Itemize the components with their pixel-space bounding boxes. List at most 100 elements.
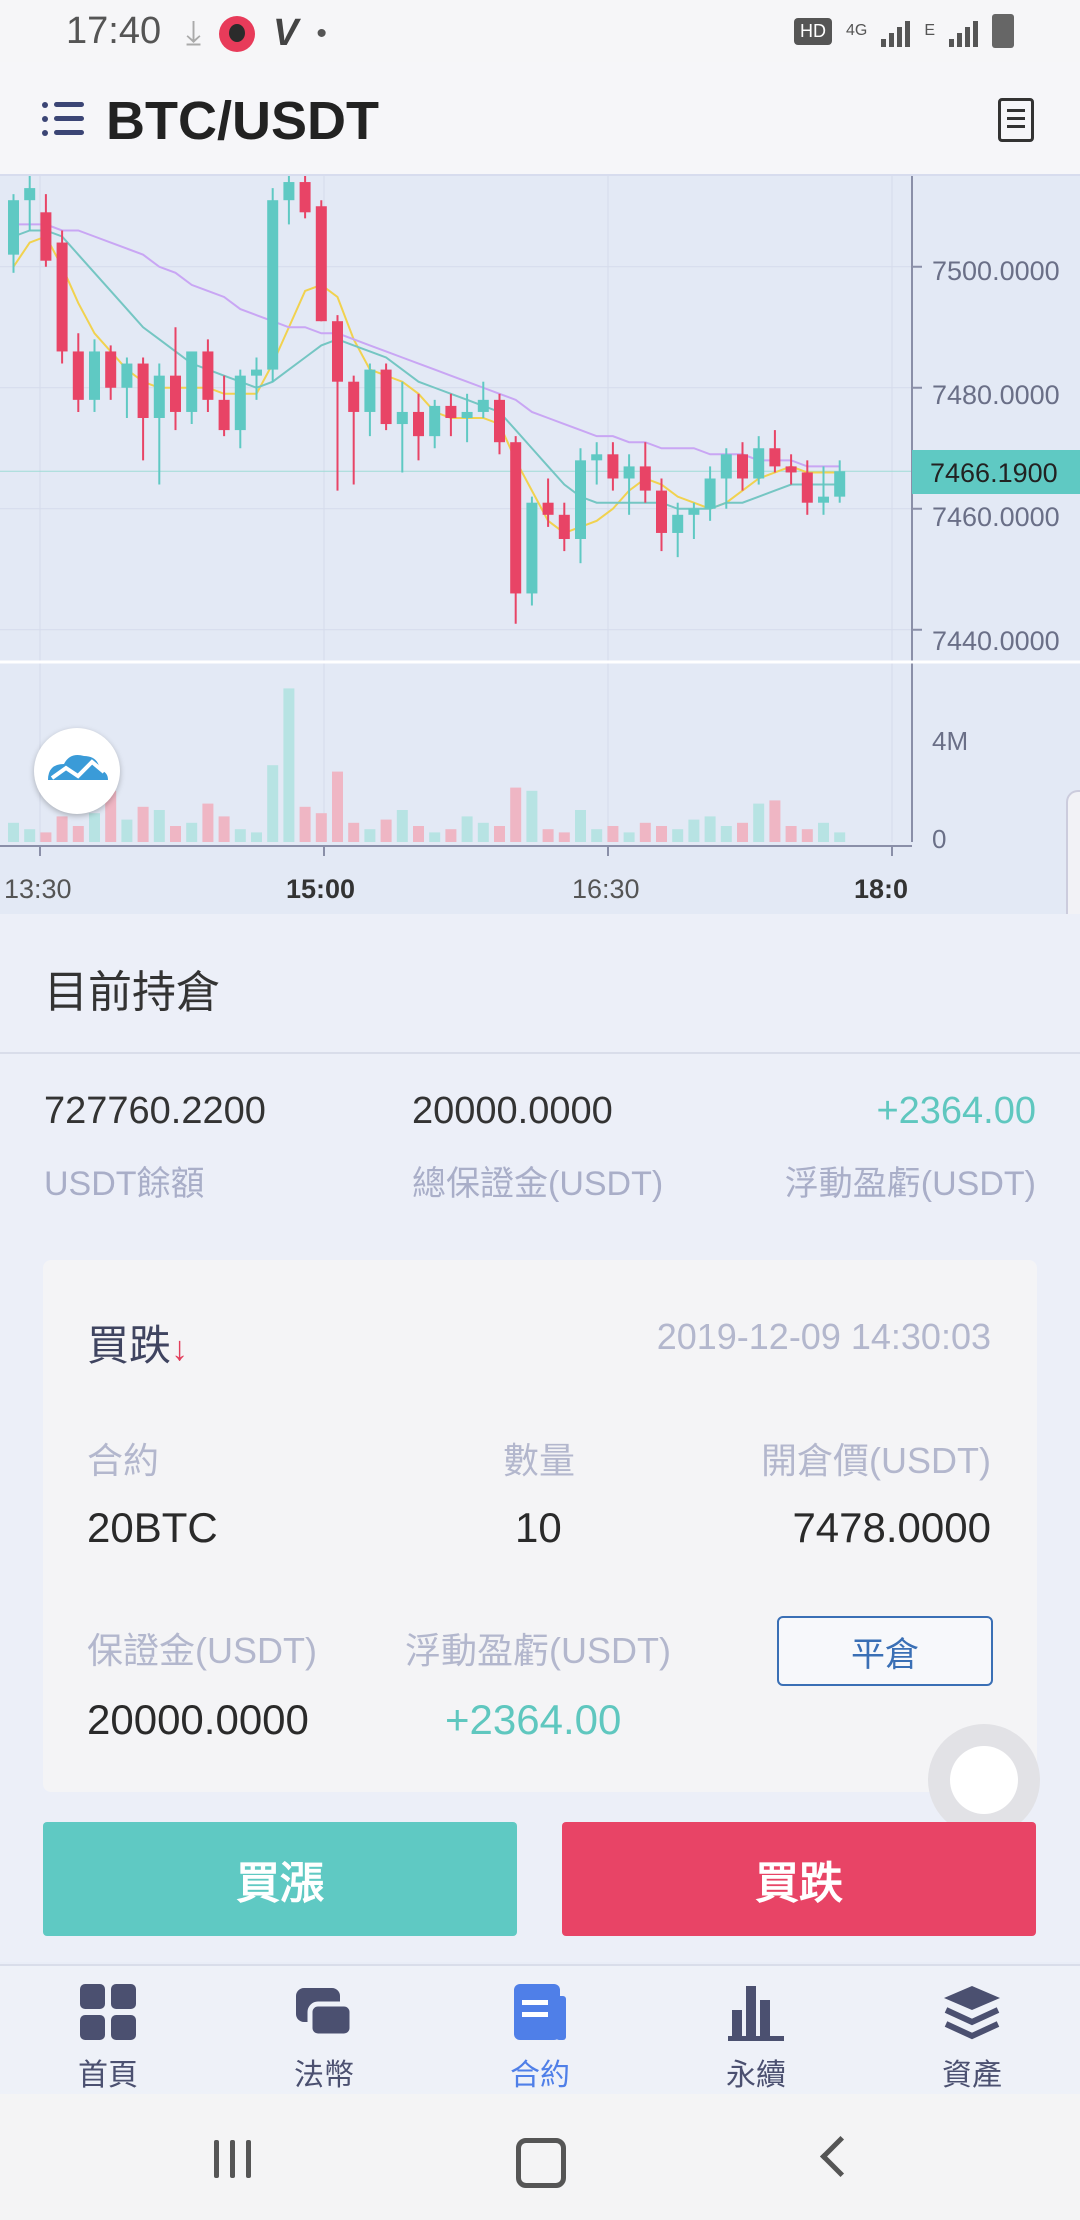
volume-bar — [283, 688, 295, 842]
total-margin-value: 20000.0000 — [412, 1090, 613, 1132]
order-record-icon[interactable] — [998, 98, 1034, 142]
bottom-nav: 首頁 法幣 合約 永續 資產 — [0, 1964, 1080, 2094]
home-button-icon[interactable] — [516, 2138, 566, 2188]
candle-body — [153, 375, 165, 418]
candle-body — [753, 448, 765, 479]
volume-bar — [332, 771, 343, 842]
signal-icon — [881, 15, 911, 47]
volume-bar — [137, 806, 149, 842]
candle-body — [834, 471, 846, 497]
nav-item-fiat[interactable]: 法幣 — [254, 1976, 394, 2092]
candle-body — [575, 460, 586, 539]
candle-body — [591, 454, 603, 461]
volume-bar — [218, 816, 230, 842]
candle-body — [396, 411, 408, 425]
candle-body — [315, 206, 327, 322]
exchange-icon — [296, 1988, 354, 2039]
quantity-label: 數量 — [503, 1440, 576, 1481]
nav-item-home[interactable]: 首頁 — [38, 1976, 178, 2092]
contract-value: 20BTC — [87, 1504, 218, 1551]
buy-down-button[interactable]: 買跌 — [562, 1822, 1036, 1936]
volume-bar — [8, 822, 19, 842]
position-side: 買跌↓ — [87, 1312, 188, 1373]
volume-bar — [639, 822, 651, 842]
candle-body — [526, 502, 538, 594]
download-icon: ⤓ — [186, 14, 202, 52]
recent-apps-icon[interactable] — [214, 2140, 254, 2180]
volume-bar — [704, 816, 716, 842]
volume-bar — [591, 829, 603, 842]
nav-item-perpetual[interactable]: 永續 — [686, 1976, 826, 2092]
candle-body — [105, 351, 117, 388]
candle-body — [364, 369, 376, 412]
volume-bar — [737, 822, 748, 842]
time-tick-label: 15:00 — [286, 874, 355, 904]
margin-label: 保證金(USDT) — [87, 1630, 317, 1671]
candle-body — [818, 496, 829, 503]
candle-body — [251, 369, 262, 376]
back-icon[interactable] — [819, 2135, 862, 2178]
volume-bar — [542, 829, 554, 842]
volume-bar — [234, 829, 246, 842]
time-tick-label: 16:30 — [572, 874, 640, 904]
candle-body — [218, 399, 230, 431]
candle-body — [429, 405, 441, 437]
positions-section: 目前持倉 727760.2200 USDT餘額 20000.0000 總保證金(… — [0, 914, 1080, 1962]
time-tick-label: 13:30 — [4, 874, 72, 904]
volume-bar — [623, 832, 635, 842]
app-header: BTC/USDT — [0, 62, 1080, 176]
volume-bar — [607, 826, 619, 842]
position-time: 2019-12-09 14:30:03 — [656, 1316, 991, 1357]
floating-assistive-button[interactable] — [928, 1724, 1040, 1836]
candle-body — [623, 466, 635, 479]
contract-icon — [514, 1984, 566, 2040]
close-position-button[interactable]: 平倉 — [777, 1616, 993, 1686]
candle-body — [656, 490, 667, 533]
chart-indicator-button[interactable] — [34, 728, 120, 814]
floating-pnl-label: 浮動盈虧(USDT) — [784, 1165, 1036, 1203]
volume-bar — [72, 826, 84, 842]
candle-body — [542, 502, 554, 515]
candle-body — [137, 363, 149, 418]
usdt-balance-value: 727760.2200 — [44, 1090, 266, 1132]
time-tick-label: 18:0 — [854, 874, 908, 904]
battery-icon — [992, 14, 1014, 48]
v-app-icon: V — [273, 12, 299, 54]
volume-bar — [688, 819, 700, 842]
candle-body — [202, 351, 214, 400]
volume-bar — [202, 803, 214, 842]
volume-bar — [445, 829, 457, 842]
volume-bar — [818, 822, 829, 842]
price-tick-label: 7460.0000 — [932, 502, 1060, 532]
volume-bar — [396, 810, 408, 842]
volume-bar — [121, 819, 133, 842]
volume-bar — [753, 803, 765, 842]
candle-body — [413, 411, 424, 437]
volume-bar — [40, 832, 52, 842]
candle-body — [40, 212, 52, 261]
candle-body — [8, 200, 19, 255]
nav-label: 資產 — [942, 2059, 1002, 2092]
volume-bar — [477, 822, 489, 842]
page-title: BTC/USDT — [106, 91, 379, 151]
candle-body — [186, 351, 198, 412]
nav-item-contract[interactable]: 合約 — [470, 1976, 610, 2092]
menu-icon[interactable] — [42, 102, 86, 138]
volume-tick-label: 4M — [932, 726, 968, 756]
nav-label: 永續 — [726, 2059, 786, 2092]
arrow-down-icon: ↓ — [171, 1330, 189, 1368]
candle-body — [720, 454, 732, 479]
kline-chart[interactable]: 7500.0000 7480.0000 7460.0000 7440.0000 … — [0, 176, 1080, 914]
volume-bar — [801, 829, 813, 842]
candle-body — [283, 182, 295, 201]
candle-body — [704, 478, 716, 509]
candle-body — [737, 454, 748, 479]
buy-up-button[interactable]: 買漲 — [43, 1822, 517, 1936]
position-card: 買跌↓ 2019-12-09 14:30:03 合約 數量 開倉價(USDT) … — [43, 1260, 1037, 1792]
floating-pnl-value: +2364.00 — [876, 1090, 1036, 1132]
nav-item-assets[interactable]: 資產 — [902, 1976, 1042, 2092]
layers-icon — [944, 1986, 1000, 2040]
pnl-value: +2364.00 — [445, 1696, 622, 1743]
signal-icon-2 — [949, 15, 978, 47]
candle-body — [234, 375, 246, 431]
